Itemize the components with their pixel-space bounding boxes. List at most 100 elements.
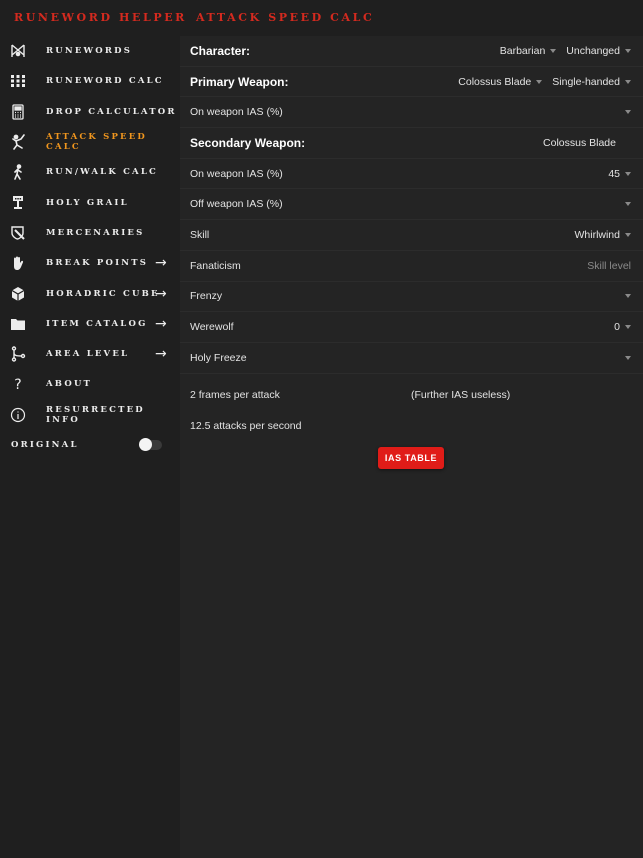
- frenzy-select[interactable]: [620, 294, 631, 299]
- sidebar-item-label: Runewords: [46, 46, 133, 57]
- dropdown-caret-icon: [625, 325, 631, 330]
- frames-result-row: 2 frames per attack (Further IAS useless…: [180, 378, 643, 409]
- dropdown-caret-icon: [625, 202, 631, 207]
- dropdown-caret-icon: [625, 48, 631, 53]
- skill-label: Skill: [190, 228, 210, 241]
- info-icon: [9, 406, 27, 424]
- fanaticism-label: Fanaticism: [190, 259, 241, 272]
- character-form-value: Unchanged: [566, 44, 620, 57]
- arrow-right-icon: →: [155, 285, 167, 302]
- main-panel: Character: Barbarian Unchanged Primary W…: [180, 36, 643, 858]
- top-bar: Runeword Helper Attack Speed Calc: [0, 0, 643, 36]
- dropdown-caret-icon: [550, 48, 557, 53]
- grail-icon: [9, 194, 27, 212]
- sidebar-item-label: About: [46, 379, 93, 390]
- sidebar-item-item-catalog[interactable]: Item Catalog →: [0, 309, 180, 339]
- sidebar-item-runeword-calc[interactable]: Runeword Calc: [0, 66, 180, 96]
- sidebar-item-mercenaries[interactable]: Mercenaries: [0, 218, 180, 248]
- sidebar-item-label: Resurrected Info: [46, 404, 145, 425]
- character-class-value: Barbarian: [499, 44, 546, 57]
- cube-icon: [9, 285, 27, 303]
- fanaticism-level-input[interactable]: Skill level: [587, 260, 631, 272]
- secondary-ias-select[interactable]: 45: [608, 168, 631, 180]
- skill-row: Skill Whirlwind: [180, 220, 643, 251]
- original-toggle[interactable]: [139, 437, 162, 451]
- frames-per-attack: 2 frames per attack: [190, 388, 280, 401]
- sidebar-item-about[interactable]: ? About: [0, 369, 180, 399]
- original-toggle-label: Original: [11, 439, 79, 450]
- sidebar-item-label: Area Level: [46, 349, 130, 360]
- page-title: Attack Speed Calc: [196, 11, 375, 24]
- dropdown-caret-icon: [625, 232, 631, 237]
- character-class-select[interactable]: Barbarian: [500, 45, 557, 57]
- grid-icon: [9, 72, 27, 90]
- arrow-right-icon: →: [155, 315, 167, 332]
- dropdown-caret-icon: [625, 355, 631, 360]
- werewolf-row: Werewolf 0: [180, 312, 643, 343]
- primary-weapon-row: Primary Weapon: Colossus Blade Single-ha…: [180, 67, 643, 98]
- werewolf-label: Werewolf: [190, 321, 234, 334]
- walking-icon: [9, 163, 27, 181]
- sidebar-item-area-level[interactable]: Area Level →: [0, 339, 180, 369]
- character-label: Character:: [190, 43, 251, 58]
- sidebar-item-runewords[interactable]: Runewords: [0, 36, 180, 66]
- secondary-weapon-row: Secondary Weapon: Colossus Blade: [180, 128, 643, 159]
- folder-icon: [9, 315, 27, 333]
- off-weapon-ias-select[interactable]: [620, 202, 631, 207]
- sidebar-item-holy-grail[interactable]: Holy Grail: [0, 187, 180, 217]
- sidebar-item-horadric-cube[interactable]: Horadric Cube →: [0, 278, 180, 308]
- primary-grip-value: Single-handed: [552, 75, 620, 88]
- sidebar-item-label: Mercenaries: [46, 227, 145, 238]
- sidebar-item-run-walk-calc[interactable]: Run/Walk Calc: [0, 157, 180, 187]
- character-row: Character: Barbarian Unchanged: [180, 36, 643, 67]
- attack-figure-icon: [9, 133, 27, 151]
- sidebar-item-label: Holy Grail: [46, 197, 129, 208]
- secondary-weapon-label: Secondary Weapon:: [190, 135, 306, 150]
- dropdown-caret-icon: [536, 79, 543, 84]
- ias-note: (Further IAS useless): [411, 388, 511, 401]
- primary-weapon-value: Colossus Blade: [458, 75, 532, 88]
- holy-freeze-select[interactable]: [620, 355, 631, 360]
- sidebar-item-label: Attack Speed Calc: [46, 132, 147, 153]
- app-title: Runeword Helper: [14, 11, 187, 24]
- dropdown-caret-icon: [625, 171, 631, 176]
- character-form-select[interactable]: Unchanged: [566, 45, 631, 57]
- toggle-knob: [139, 437, 152, 451]
- secondary-weapon-value: Colossus Blade: [543, 136, 616, 149]
- question-icon: ?: [9, 375, 27, 393]
- primary-ias-row: On weapon IAS (%): [180, 97, 643, 129]
- runewords-icon: [9, 42, 27, 60]
- sidebar-item-label: Run/Walk Calc: [46, 167, 158, 178]
- primary-weapon-select[interactable]: Colossus Blade: [458, 75, 543, 88]
- attacks-per-second: 12.5 attacks per second: [190, 419, 302, 432]
- sidebar-item-resurrected-info[interactable]: Resurrected Info: [0, 400, 180, 430]
- skill-select[interactable]: Whirlwind: [574, 229, 631, 241]
- primary-weapon-label: Primary Weapon:: [190, 74, 289, 89]
- sidebar-item-label: Break Points: [46, 258, 149, 269]
- werewolf-select[interactable]: 0: [614, 321, 631, 333]
- sidebar-item-break-points[interactable]: Break Points →: [0, 248, 180, 278]
- ias-table-button[interactable]: IAS TABLE: [378, 447, 444, 469]
- off-weapon-ias-label: Off weapon IAS (%): [190, 198, 283, 211]
- sidebar-item-label: Item Catalog: [46, 318, 148, 329]
- arrow-right-icon: →: [155, 346, 167, 363]
- primary-ias-select[interactable]: [620, 110, 631, 115]
- holy-freeze-label: Holy Freeze: [190, 351, 247, 364]
- calculator-icon: [9, 103, 27, 121]
- sidebar-item-label: Runeword Calc: [46, 76, 164, 87]
- sidebar-item-attack-speed-calc[interactable]: Attack Speed Calc: [0, 127, 180, 157]
- frenzy-row: Frenzy: [180, 282, 643, 313]
- svg-text:?: ?: [14, 377, 21, 392]
- sidebar-item-drop-calculator[interactable]: Drop Calculator: [0, 97, 180, 127]
- secondary-ias-row: On weapon IAS (%) 45: [180, 159, 643, 190]
- secondary-ias-label: On weapon IAS (%): [190, 167, 283, 180]
- aps-result-row: 12.5 attacks per second: [180, 409, 643, 440]
- arrow-right-icon: →: [155, 255, 167, 272]
- dropdown-caret-icon: [625, 79, 631, 84]
- sidebar-item-label: Drop Calculator: [46, 106, 177, 117]
- sidebar: Runewords Runeword Calc Drop Calculator Att…: [0, 36, 180, 858]
- off-weapon-ias-row: Off weapon IAS (%): [180, 189, 643, 221]
- primary-grip-select[interactable]: Single-handed: [552, 76, 631, 88]
- sidebar-item-label: Horadric Cube: [46, 288, 160, 299]
- route-icon: [9, 345, 27, 363]
